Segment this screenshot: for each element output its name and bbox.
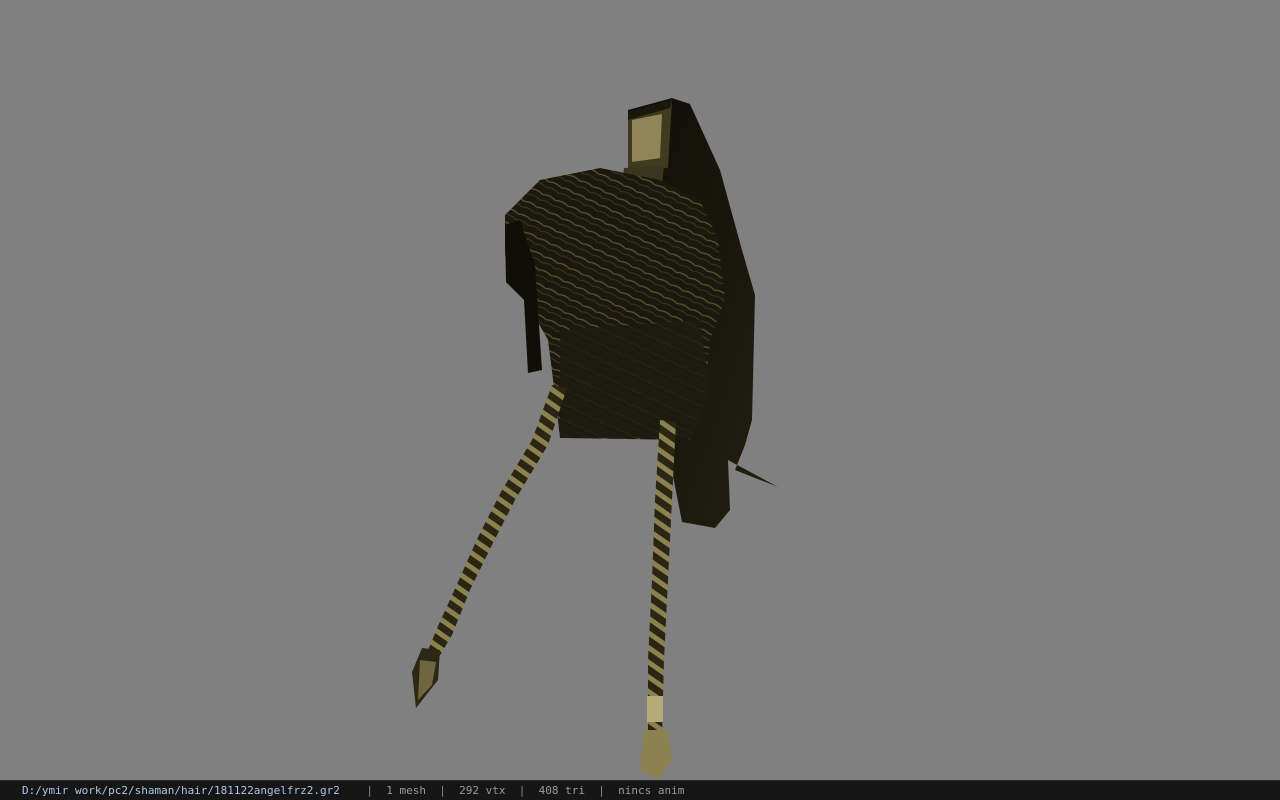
triangle-count: 408 tri [538, 784, 585, 797]
status-separator: | [366, 784, 374, 797]
status-separator: | [598, 784, 605, 797]
right-braid-tip [640, 730, 672, 780]
left-braid [424, 385, 567, 662]
vertex-count: 292 vtx [459, 784, 506, 797]
animation-state: nincs anim [618, 784, 685, 797]
mesh-count: 1 mesh [386, 784, 427, 797]
file-path: D:/ymir work/pc2/shaman/hair/181122angel… [22, 784, 340, 797]
status-separator: | [518, 784, 526, 797]
status-bar: D:/ymir work/pc2/shaman/hair/181122angel… [0, 780, 1280, 800]
hair-mesh-model[interactable] [0, 0, 1280, 780]
3d-viewport[interactable] [0, 0, 1280, 780]
right-braid [648, 420, 676, 738]
status-separator: | [439, 784, 446, 797]
